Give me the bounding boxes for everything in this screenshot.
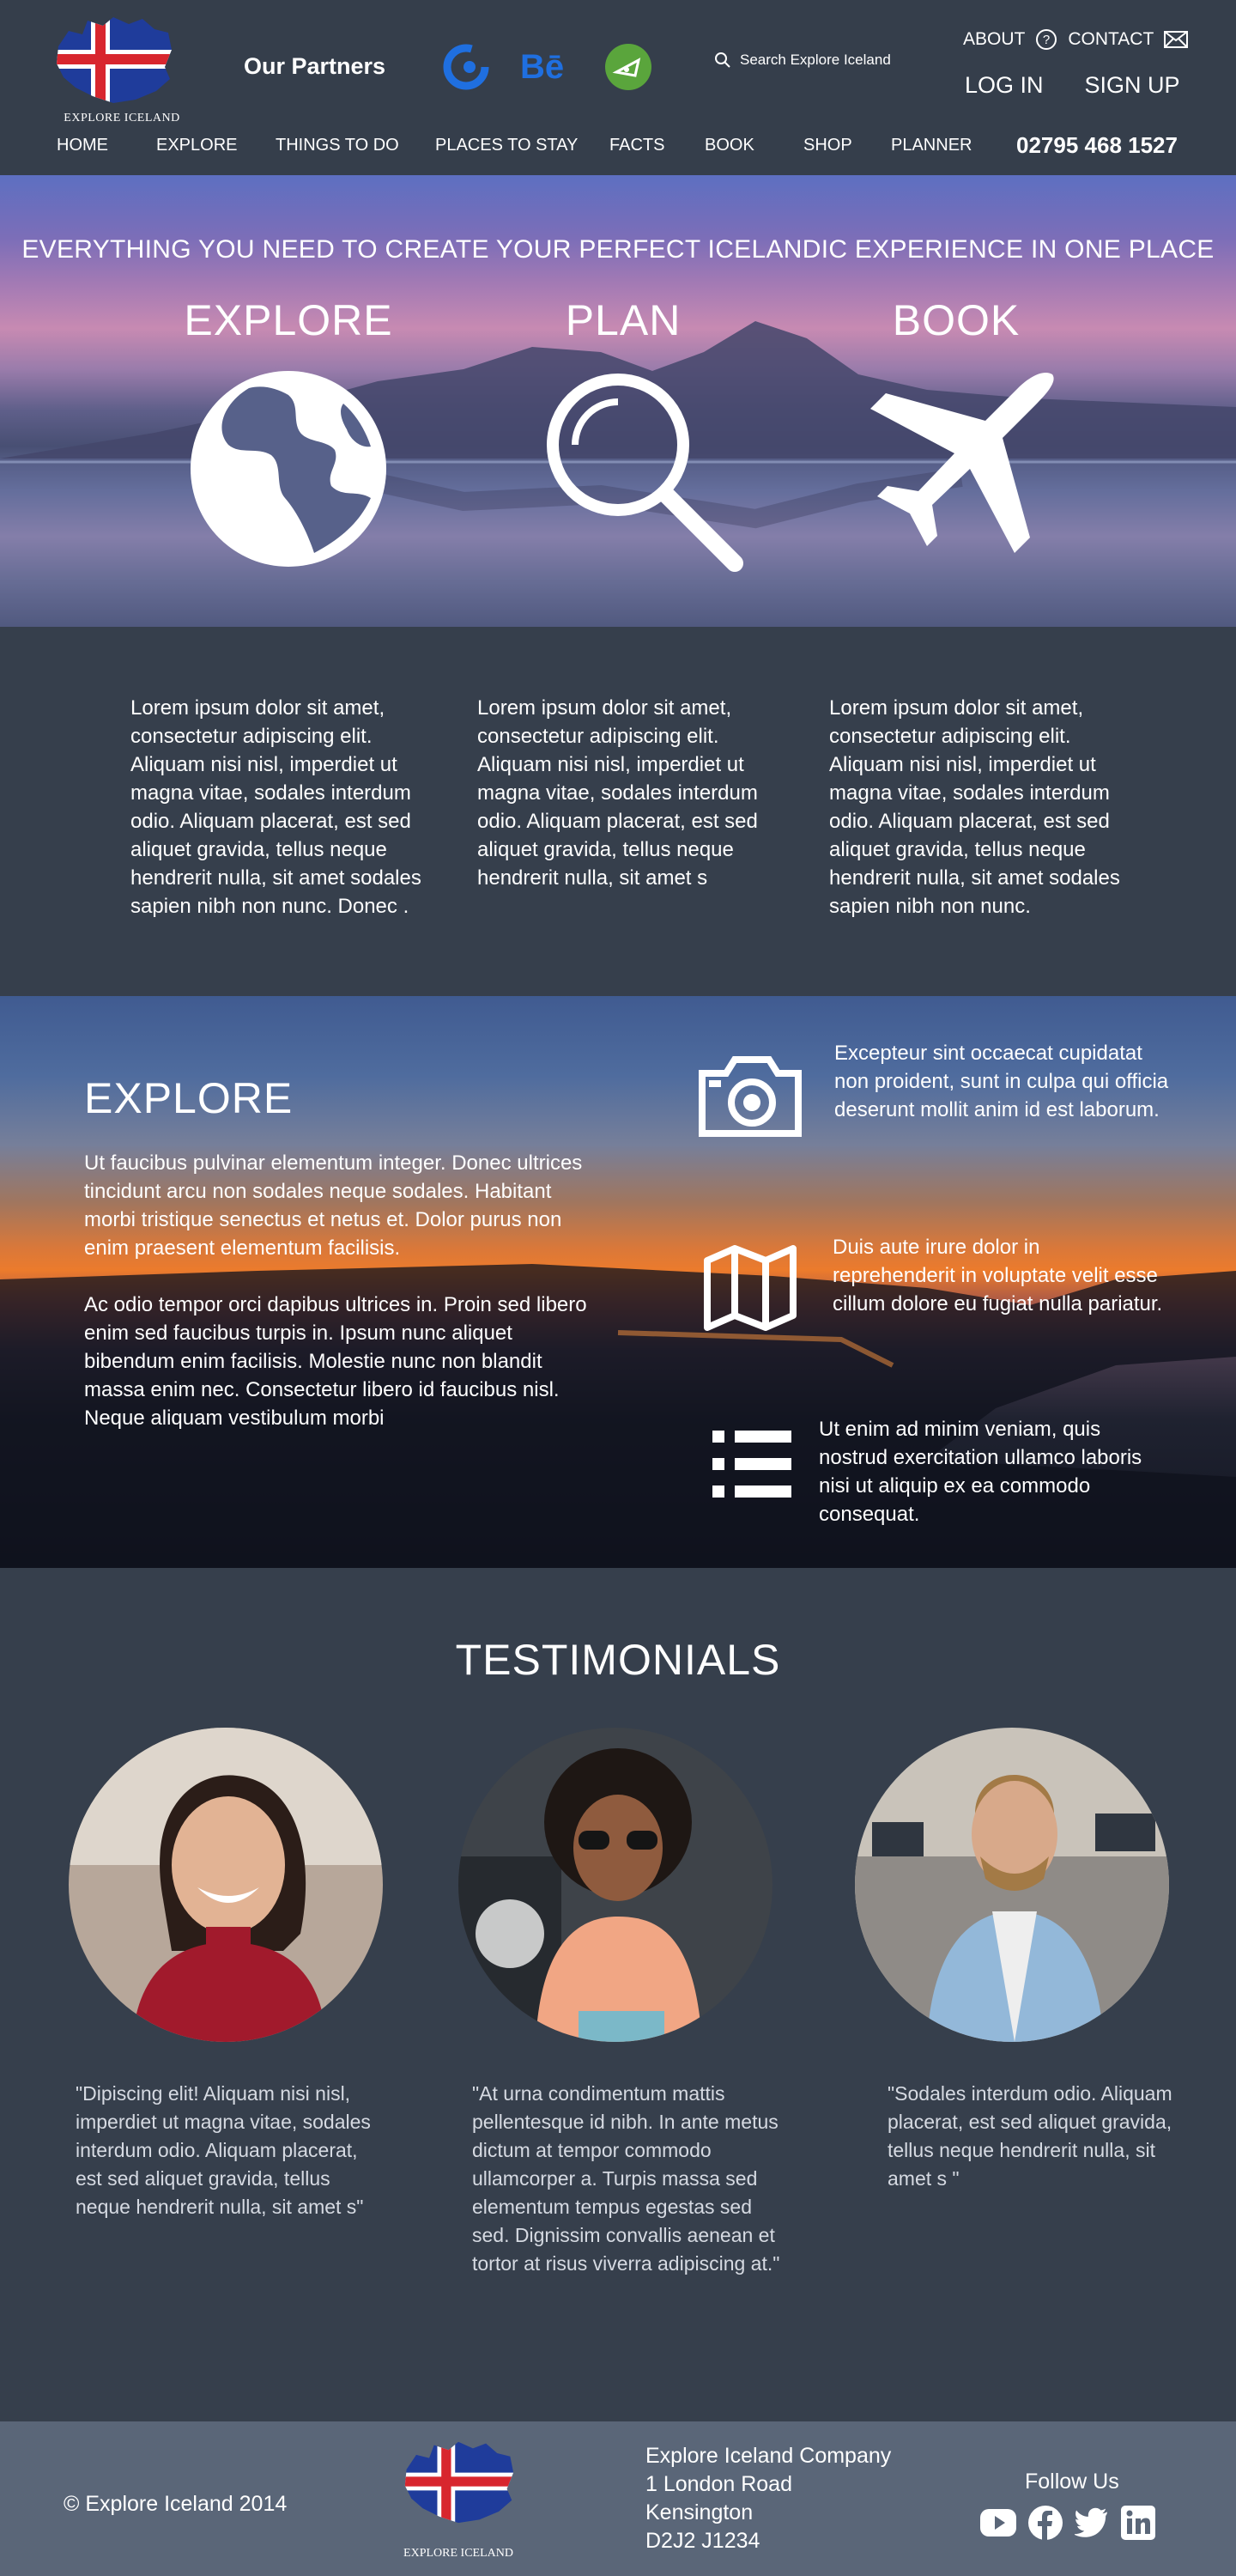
company-address: Explore Iceland Company 1 London Road Ke… bbox=[645, 2442, 891, 2555]
linkedin-icon[interactable] bbox=[1121, 2506, 1155, 2540]
search-icon[interactable] bbox=[714, 52, 731, 69]
testimonial-quote-3: "Sodales interdum odio. Aliquam placerat… bbox=[888, 2082, 1172, 2190]
intro-text-2: Lorem ipsum dolor sit amet, consectetur … bbox=[477, 696, 758, 890]
nav-item-explore[interactable]: EXPLORE bbox=[156, 136, 276, 155]
testimonial-avatar-1 bbox=[69, 1728, 383, 2042]
facebook-icon[interactable] bbox=[1028, 2506, 1063, 2540]
nav-item-book[interactable]: BOOK bbox=[705, 136, 803, 155]
testimonial-avatar-3 bbox=[855, 1728, 1169, 2042]
feature-text-list: Ut enim ad minim veniam, quis nostrud ex… bbox=[819, 1418, 1142, 1526]
behance-logo-icon[interactable]: Bē bbox=[520, 43, 568, 91]
youtube-icon[interactable] bbox=[980, 2506, 1016, 2540]
top-links: ABOUT ? CONTACT bbox=[963, 28, 1189, 51]
hero-tagline: EVERYTHING YOU NEED TO CREATE YOUR PERFE… bbox=[21, 235, 1215, 264]
address-line: Kensington bbox=[645, 2500, 754, 2524]
footer-logo-caption: EXPLORE ICELAND bbox=[403, 2547, 513, 2560]
testimonials-section: TESTIMONIALS "Dipiscing elit! Aliquam ni… bbox=[0, 1568, 1236, 2421]
main-nav: HOME EXPLORE THINGS TO DO PLACES TO STAY… bbox=[57, 136, 972, 155]
hero-plan-title[interactable]: PLAN bbox=[494, 295, 752, 345]
search-input[interactable] bbox=[740, 52, 912, 69]
explore-title: EXPLORE bbox=[84, 1074, 294, 1122]
explore-paragraph-2: Ac odio tempor orci dapibus ultrices in.… bbox=[84, 1293, 587, 1430]
iceland-flag-logo-icon bbox=[404, 2441, 514, 2524]
site-header: EXPLORE ICELAND Our Partners Bē ABOUT ? … bbox=[0, 0, 1236, 175]
camera-icon bbox=[699, 1056, 802, 1137]
testimonial-quote-1: "Dipiscing elit! Aliquam nisi nisl, impe… bbox=[76, 2082, 371, 2218]
phone-number[interactable]: 02795 468 1527 bbox=[1016, 132, 1178, 159]
intro-section: Lorem ipsum dolor sit amet, consectetur … bbox=[0, 627, 1236, 996]
svg-text:?: ? bbox=[1043, 33, 1050, 47]
explore-section: EXPLORE Ut faucibus pulvinar elementum i… bbox=[0, 996, 1236, 1568]
list-icon bbox=[712, 1431, 791, 1498]
map-icon bbox=[704, 1245, 797, 1331]
contact-link[interactable]: CONTACT bbox=[1068, 29, 1154, 50]
intro-text-1: Lorem ipsum dolor sit amet, consectetur … bbox=[130, 696, 421, 918]
auth-links: LOG IN SIGN UP bbox=[965, 72, 1180, 99]
intro-text-3: Lorem ipsum dolor sit amet, consectetur … bbox=[829, 696, 1120, 918]
logo-caption: EXPLORE ICELAND bbox=[64, 112, 180, 125]
search-bar[interactable] bbox=[714, 52, 912, 69]
partner-green-logo-icon[interactable] bbox=[604, 43, 652, 91]
mail-icon[interactable] bbox=[1164, 31, 1189, 48]
address-line: D2J2 J1234 bbox=[645, 2529, 760, 2553]
nav-item-places-to-stay[interactable]: PLACES TO STAY bbox=[435, 136, 609, 155]
nav-item-shop[interactable]: SHOP bbox=[803, 136, 891, 155]
hero-explore-title[interactable]: EXPLORE bbox=[160, 295, 417, 345]
partner-c-logo-icon[interactable] bbox=[442, 43, 490, 91]
help-circle-icon[interactable]: ? bbox=[1035, 28, 1057, 51]
nav-item-planner[interactable]: PLANNER bbox=[891, 136, 972, 155]
nav-item-home[interactable]: HOME bbox=[57, 136, 156, 155]
explore-body: Ut faucibus pulvinar elementum integer. … bbox=[84, 1149, 599, 1432]
testimonial-quote-2: "At urna condimentum mattis pellentesque… bbox=[472, 2082, 780, 2275]
airplane-icon[interactable] bbox=[858, 369, 1061, 572]
explore-paragraph-1: Ut faucibus pulvinar elementum integer. … bbox=[84, 1151, 583, 1260]
testimonial-avatar-2 bbox=[458, 1728, 772, 2042]
hero-book-title[interactable]: BOOK bbox=[827, 295, 1085, 345]
about-link[interactable]: ABOUT bbox=[963, 29, 1025, 50]
twitter-icon[interactable] bbox=[1075, 2506, 1109, 2540]
magnifier-icon[interactable] bbox=[541, 369, 747, 575]
site-footer: © Explore Iceland 2014 EXPLORE ICELAND E… bbox=[0, 2421, 1236, 2576]
social-links bbox=[980, 2506, 1155, 2540]
feature-text-map: Duis aute irure dolor in reprehenderit i… bbox=[833, 1236, 1163, 1315]
footer-logo[interactable]: EXPLORE ICELAND bbox=[391, 2439, 525, 2560]
testimonials-title: TESTIMONIALS bbox=[455, 1636, 781, 1684]
nav-item-things-to-do[interactable]: THINGS TO DO bbox=[276, 136, 435, 155]
partners-label: Our Partners bbox=[244, 53, 386, 79]
nav-item-facts[interactable]: FACTS bbox=[609, 136, 705, 155]
signup-link[interactable]: SIGN UP bbox=[1085, 72, 1180, 99]
hero-banner: EVERYTHING YOU NEED TO CREATE YOUR PERFE… bbox=[0, 175, 1236, 627]
site-logo[interactable]: EXPLORE ICELAND bbox=[53, 14, 191, 125]
login-link[interactable]: LOG IN bbox=[965, 72, 1044, 99]
feature-text-camera: Excepteur sint occaecat cupidatat non pr… bbox=[834, 1042, 1169, 1121]
copyright-text: © Explore Iceland 2014 bbox=[64, 2492, 288, 2516]
iceland-flag-logo-icon bbox=[57, 17, 172, 103]
follow-us-label: Follow Us bbox=[1025, 2470, 1119, 2494]
globe-icon[interactable] bbox=[189, 369, 388, 568]
address-line: Explore Iceland Company bbox=[645, 2444, 892, 2468]
address-line: 1 London Road bbox=[645, 2472, 792, 2496]
